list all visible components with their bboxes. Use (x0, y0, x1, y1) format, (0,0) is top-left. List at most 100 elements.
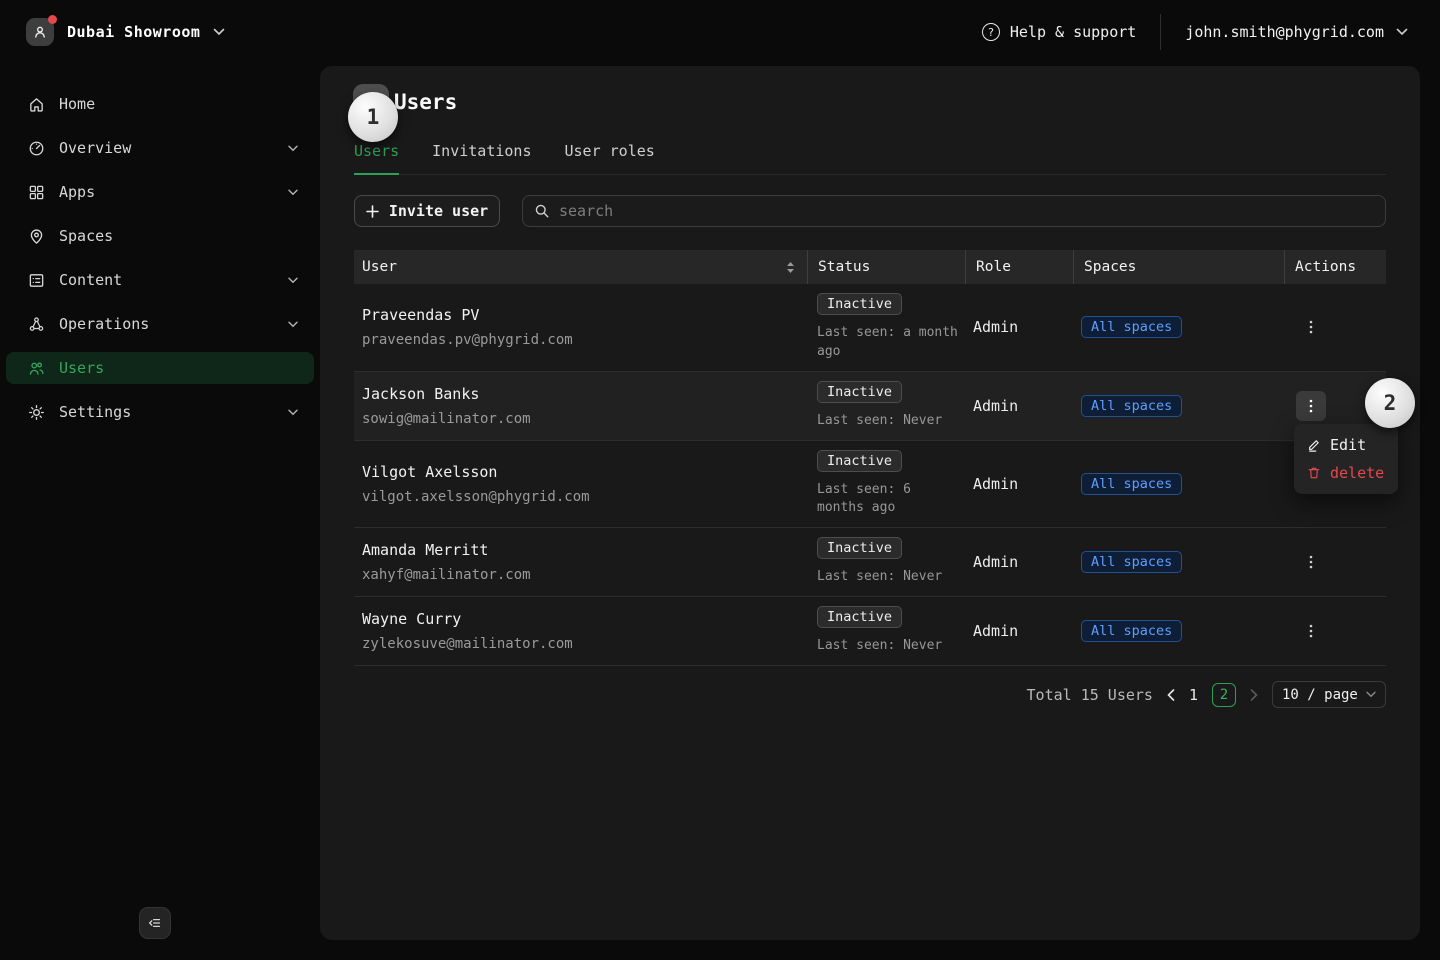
annotation-step-1: 1 (348, 92, 398, 142)
chevron-down-icon (288, 321, 298, 328)
chevron-down-icon (288, 145, 298, 152)
person-icon (32, 24, 48, 40)
user-role: Admin (965, 475, 1073, 493)
tab-user-roles[interactable]: User roles (565, 142, 655, 175)
column-header-status: Status (807, 250, 965, 284)
chevron-down-icon (1366, 691, 1376, 698)
row-actions-button[interactable] (1296, 547, 1326, 577)
status-badge: Inactive (817, 381, 902, 403)
sidebar-item-label: Users (59, 359, 104, 377)
last-seen-text: Last seen: Never (817, 637, 965, 656)
apps-grid-icon (28, 184, 45, 201)
sidebar-item-home[interactable]: Home (6, 88, 314, 120)
spaces-badge[interactable]: All spaces (1081, 316, 1182, 338)
user-role: Admin (965, 553, 1073, 571)
user-role: Admin (965, 397, 1073, 415)
sort-icon[interactable] (786, 261, 795, 274)
page-size-select[interactable]: 10 / page (1272, 681, 1386, 708)
user-name: Amanda Merritt (362, 541, 807, 559)
last-seen-text: Last seen: a month ago (817, 324, 965, 362)
kebab-icon (1309, 399, 1313, 413)
table-row: Wayne Curry zylekosuve@mailinator.com In… (354, 597, 1386, 666)
row-actions-button[interactable] (1296, 391, 1326, 421)
menu-item-delete[interactable]: delete (1294, 459, 1398, 487)
tab-invitations[interactable]: Invitations (432, 142, 531, 175)
table-row: Praveendas PV praveendas.pv@phygrid.com … (354, 284, 1386, 372)
chevron-down-icon (288, 189, 298, 196)
notification-dot (48, 15, 57, 24)
account-menu[interactable]: john.smith@phygrid.com (1185, 23, 1408, 41)
kebab-icon (1309, 555, 1313, 569)
sidebar-item-settings[interactable]: Settings (6, 396, 314, 428)
chevron-down-icon (213, 28, 225, 36)
sidebar-item-users[interactable]: Users (6, 352, 314, 384)
help-icon: ? (982, 23, 1000, 41)
tab-users[interactable]: Users (354, 142, 399, 175)
main-panel: Users 1 2 Users Invitations User roles I… (320, 66, 1420, 940)
pencil-icon (1307, 438, 1321, 452)
last-seen-text: Last seen: Never (817, 412, 965, 431)
menu-item-label: Edit (1330, 436, 1366, 454)
help-label: Help & support (1010, 23, 1136, 41)
top-bar: Dubai Showroom ? Help & support john.smi… (0, 0, 1440, 64)
users-table: User Status Role Spaces Actions Praveend… (354, 250, 1386, 666)
menu-item-label: delete (1330, 464, 1384, 482)
sidebar-item-content[interactable]: Content (6, 264, 314, 296)
page-number-1[interactable]: 1 (1189, 686, 1198, 704)
page-title: Users (394, 90, 457, 114)
sidebar-item-overview[interactable]: Overview (6, 132, 314, 164)
menu-item-edit[interactable]: Edit (1294, 431, 1398, 459)
workspace-selector[interactable]: Dubai Showroom (26, 18, 225, 46)
user-email: xahyf@mailinator.com (362, 567, 807, 583)
column-header-spaces: Spaces (1073, 250, 1284, 284)
page-number-2-current[interactable]: 2 (1212, 683, 1236, 707)
search-input[interactable] (559, 202, 1374, 220)
chevron-down-icon (288, 409, 298, 416)
last-seen-text: Last seen: Never (817, 568, 965, 587)
chevron-right-icon (1250, 689, 1258, 701)
sidebar-collapse-button[interactable] (139, 907, 171, 939)
user-name: Jackson Banks (362, 385, 807, 403)
sidebar-item-label: Apps (59, 183, 95, 201)
kebab-icon (1309, 624, 1313, 638)
spaces-badge[interactable]: All spaces (1081, 395, 1182, 417)
help-support-link[interactable]: ? Help & support (982, 23, 1136, 41)
workspace-name: Dubai Showroom (67, 23, 200, 41)
table-row: Amanda Merritt xahyf@mailinator.com Inac… (354, 528, 1386, 597)
chevron-down-icon (288, 277, 298, 284)
user-role: Admin (965, 318, 1073, 336)
status-badge: Inactive (817, 606, 902, 628)
invite-user-button[interactable]: Invite user (354, 195, 500, 227)
search-box (522, 195, 1386, 227)
sidebar-item-label: Overview (59, 139, 131, 157)
column-header-user[interactable]: User (354, 250, 807, 284)
row-context-menu: Edit delete (1294, 424, 1398, 494)
sidebar-item-spaces[interactable]: Spaces (6, 220, 314, 252)
status-badge: Inactive (817, 537, 902, 559)
row-actions-button[interactable] (1296, 312, 1326, 342)
gauge-icon (28, 140, 45, 157)
user-role: Admin (965, 622, 1073, 640)
spaces-badge[interactable]: All spaces (1081, 473, 1182, 495)
next-page-button[interactable] (1250, 689, 1258, 701)
content-icon (28, 272, 45, 289)
spaces-badge[interactable]: All spaces (1081, 551, 1182, 573)
sidebar-item-label: Spaces (59, 227, 113, 245)
users-icon (28, 360, 45, 377)
previous-page-button[interactable] (1167, 689, 1175, 701)
row-actions-button[interactable] (1296, 616, 1326, 646)
gear-icon (28, 404, 45, 421)
tab-bar: Users Invitations User roles (354, 142, 1386, 175)
chevron-left-icon (1167, 689, 1175, 701)
table-row: Jackson Banks sowig@mailinator.com Inact… (354, 372, 1386, 441)
sidebar-item-label: Operations (59, 315, 149, 333)
sidebar-item-operations[interactable]: Operations (6, 308, 314, 340)
column-header-actions: Actions (1284, 250, 1386, 284)
user-name: Praveendas PV (362, 306, 807, 324)
user-email: zylekosuve@mailinator.com (362, 636, 807, 652)
user-email: praveendas.pv@phygrid.com (362, 332, 807, 348)
sidebar-item-apps[interactable]: Apps (6, 176, 314, 208)
search-icon (534, 203, 550, 219)
user-email: sowig@mailinator.com (362, 411, 807, 427)
spaces-badge[interactable]: All spaces (1081, 620, 1182, 642)
